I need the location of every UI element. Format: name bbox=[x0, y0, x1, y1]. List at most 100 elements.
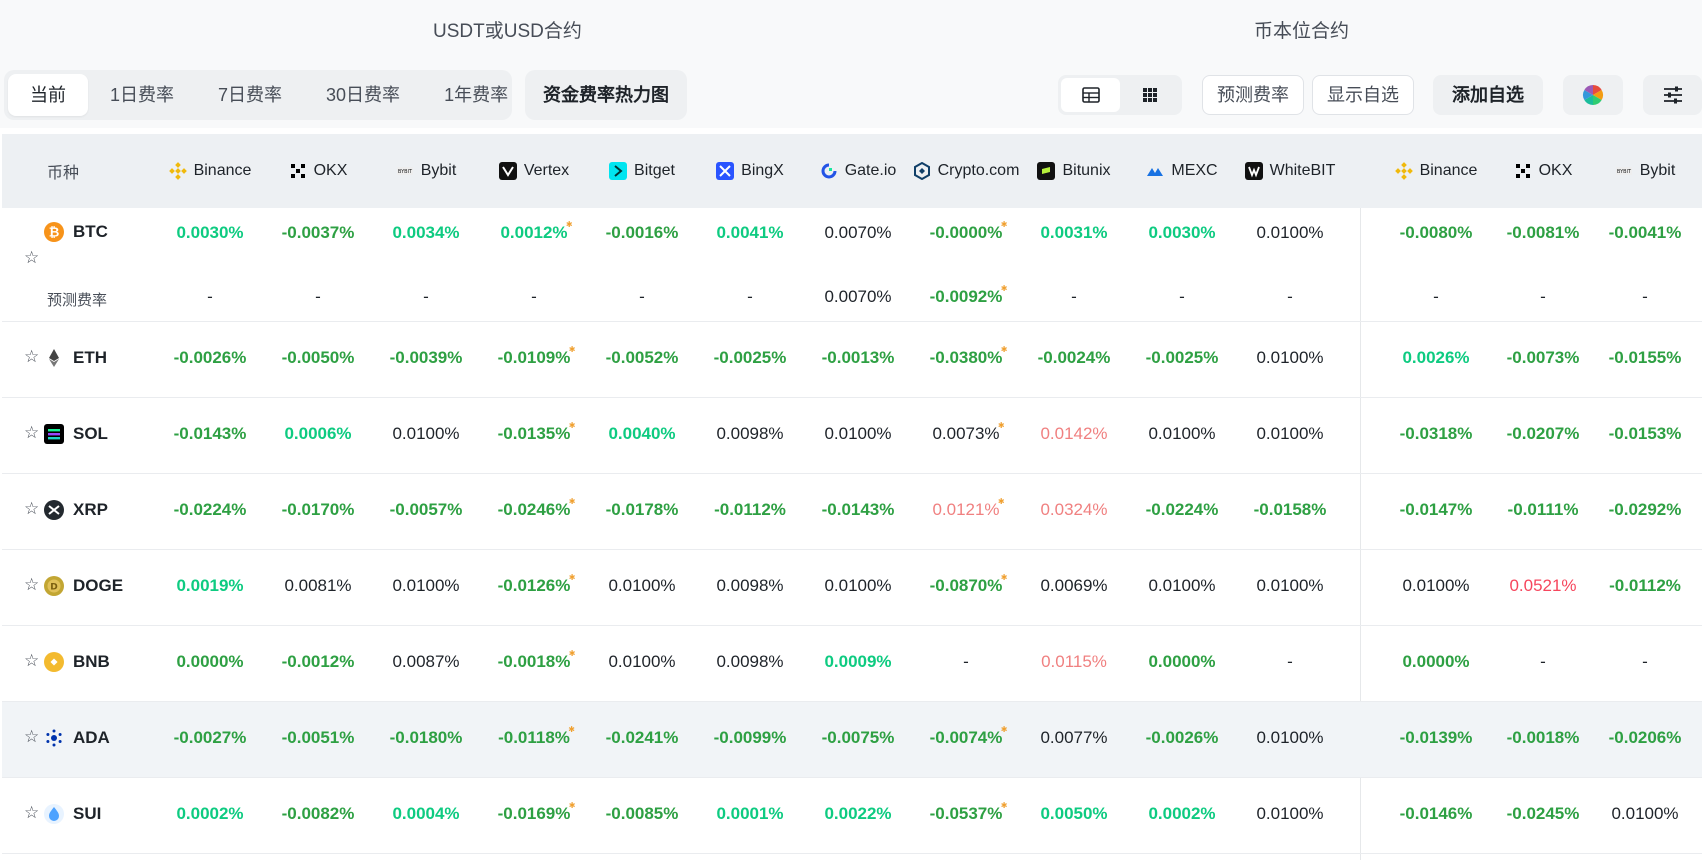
rate-cell[interactable]: 0.0100% bbox=[1236, 576, 1344, 596]
rate-cell[interactable]: 0.0069% bbox=[1020, 576, 1128, 596]
rate-cell[interactable]: 0.0009% bbox=[804, 652, 912, 672]
rate-cell[interactable]: -0.0052% bbox=[588, 348, 696, 368]
rate-cell[interactable]: -0.0180% bbox=[372, 728, 480, 748]
rate-cell[interactable]: -0.0082% bbox=[264, 804, 372, 824]
rate-cell[interactable]: -0.0158% bbox=[1236, 500, 1344, 520]
rate-cell[interactable]: -0.0073% bbox=[1489, 348, 1597, 368]
rate-cell[interactable]: 0.0100% bbox=[1236, 728, 1344, 748]
rate-cell[interactable]: -0.0018% bbox=[1489, 728, 1597, 748]
exchange-header-okx-coin[interactable]: OKX bbox=[1489, 134, 1597, 208]
rate-cell[interactable]: -0.0178% bbox=[588, 500, 696, 520]
rate-cell[interactable]: -0.0085% bbox=[588, 804, 696, 824]
rate-cell[interactable]: -0.0146% bbox=[1382, 804, 1490, 824]
rate-cell[interactable]: 0.0004% bbox=[372, 804, 480, 824]
predicted-rate-button[interactable]: 预测费率 bbox=[1202, 75, 1304, 115]
rate-cell[interactable]: -0.0139% bbox=[1382, 728, 1490, 748]
rate-cell[interactable]: - bbox=[480, 287, 588, 307]
rate-cell[interactable]: 0.0026% bbox=[1382, 348, 1490, 368]
rate-cell[interactable]: - bbox=[588, 287, 696, 307]
heatmap-button[interactable]: 资金费率热力图 bbox=[525, 70, 687, 120]
rate-cell[interactable]: 0.0081% bbox=[264, 576, 372, 596]
rate-cell[interactable]: -0.0039% bbox=[372, 348, 480, 368]
rate-cell[interactable]: -0.0025% bbox=[696, 348, 804, 368]
rate-cell[interactable]: -0.0000% ✱ bbox=[912, 220, 1020, 243]
rate-cell[interactable]: 0.0100% bbox=[1128, 424, 1236, 444]
show-favorites-button[interactable]: 显示自选 bbox=[1312, 75, 1414, 115]
favorite-star-icon[interactable]: ☆ bbox=[24, 499, 39, 519]
rate-cell[interactable]: 0.0031% bbox=[1020, 223, 1128, 243]
rate-cell[interactable]: 0.0077% bbox=[1020, 728, 1128, 748]
table-row-xrp[interactable]: ☆ XRP -0.0224% -0.0170% -0.0057% -0.0246% ✱ -0.… bbox=[2, 474, 1702, 550]
rate-cell[interactable]: 0.0521% bbox=[1489, 576, 1597, 596]
table-view-button[interactable] bbox=[1061, 78, 1120, 112]
exchange-header-bitget[interactable]: Bitget bbox=[588, 134, 696, 208]
rate-cell[interactable]: -0.0153% bbox=[1591, 424, 1699, 444]
coin-cell[interactable]: ETH bbox=[44, 346, 107, 370]
rate-cell[interactable]: -0.0170% bbox=[264, 500, 372, 520]
exchange-header-mexc[interactable]: MEXC bbox=[1128, 134, 1236, 208]
rate-cell[interactable]: 0.0100% bbox=[1128, 576, 1236, 596]
exchange-header-gateio[interactable]: Gate.io bbox=[804, 134, 912, 208]
rate-cell[interactable]: -0.0026% bbox=[1128, 728, 1236, 748]
rate-cell[interactable]: 0.0070% bbox=[804, 223, 912, 243]
rate-cell[interactable]: -0.0246% ✱ bbox=[480, 497, 588, 520]
rate-cell[interactable]: 0.0030% bbox=[1128, 223, 1236, 243]
coin-cell[interactable]: ₿ BTC bbox=[44, 220, 108, 244]
rate-cell[interactable]: 0.0019% bbox=[156, 576, 264, 596]
favorite-star-icon[interactable]: ☆ bbox=[24, 651, 39, 671]
rate-cell[interactable]: 0.0041% bbox=[696, 223, 804, 243]
table-row-sol[interactable]: ☆ SOL -0.0143% 0.0006% 0.0100% -0.0135% ✱ 0.004… bbox=[2, 398, 1702, 474]
rate-cell[interactable]: -0.0018% ✱ bbox=[480, 649, 588, 672]
rate-cell[interactable]: -0.0051% bbox=[264, 728, 372, 748]
rate-cell[interactable]: 0.0100% bbox=[804, 424, 912, 444]
table-row-btc[interactable]: ☆ ₿ BTC 0.0030% -0.0037% 0.0034% 0.0012% ✱ -0.00… bbox=[2, 208, 1702, 322]
rate-cell[interactable]: -0.0012% bbox=[264, 652, 372, 672]
rate-cell[interactable]: -0.0318% bbox=[1382, 424, 1490, 444]
add-favorite-button[interactable]: 添加自选 bbox=[1433, 75, 1543, 115]
rate-cell[interactable]: -0.0169% ✱ bbox=[480, 801, 588, 824]
rate-cell[interactable]: 0.0100% bbox=[804, 576, 912, 596]
rate-cell[interactable]: -0.0074% ✱ bbox=[912, 725, 1020, 748]
favorite-star-icon[interactable]: ☆ bbox=[24, 803, 39, 823]
exchange-header-binance-coin[interactable]: Binance bbox=[1382, 134, 1490, 208]
rate-cell[interactable]: 0.0100% bbox=[1236, 424, 1344, 444]
rate-cell[interactable]: 0.0087% bbox=[372, 652, 480, 672]
rate-cell[interactable]: -0.0026% bbox=[156, 348, 264, 368]
exchange-header-bybit-coin[interactable]: BYBIT Bybit bbox=[1591, 134, 1699, 208]
rate-cell[interactable]: 0.0098% bbox=[696, 424, 804, 444]
rate-cell[interactable]: 0.0006% bbox=[264, 424, 372, 444]
favorite-star-icon[interactable]: ☆ bbox=[24, 347, 39, 367]
rate-cell[interactable]: -0.0135% ✱ bbox=[480, 421, 588, 444]
tab-1y[interactable]: 1年费率 bbox=[422, 74, 530, 116]
rate-cell[interactable]: -0.0870% ✱ bbox=[912, 573, 1020, 596]
favorite-star-icon[interactable]: ☆ bbox=[24, 727, 39, 747]
rate-cell[interactable]: 0.0100% bbox=[588, 576, 696, 596]
favorite-star-icon[interactable]: ☆ bbox=[24, 248, 39, 268]
tab-1d[interactable]: 1日费率 bbox=[88, 74, 196, 116]
rate-cell[interactable]: -0.0224% bbox=[156, 500, 264, 520]
rate-cell[interactable]: 0.0100% bbox=[1236, 804, 1344, 824]
exchange-header-whitebit[interactable]: WhiteBIT bbox=[1236, 134, 1344, 208]
rate-cell[interactable]: 0.0002% bbox=[156, 804, 264, 824]
rate-cell[interactable]: 0.0115% bbox=[1020, 652, 1128, 672]
coin-cell[interactable]: D DOGE bbox=[44, 574, 123, 598]
rate-cell[interactable]: -0.0027% bbox=[156, 728, 264, 748]
rate-cell[interactable]: -0.0155% bbox=[1591, 348, 1699, 368]
rate-cell[interactable]: -0.0037% bbox=[264, 223, 372, 243]
rate-cell[interactable]: - bbox=[1591, 652, 1699, 672]
rate-cell[interactable]: -0.0126% ✱ bbox=[480, 573, 588, 596]
rate-cell[interactable]: 0.0324% bbox=[1020, 500, 1128, 520]
favorite-star-icon[interactable]: ☆ bbox=[24, 575, 39, 595]
coin-cell[interactable]: SUI bbox=[44, 802, 101, 826]
rate-cell[interactable]: - bbox=[1128, 287, 1236, 307]
exchange-header-binance[interactable]: Binance bbox=[156, 134, 264, 208]
rate-cell[interactable]: -0.0241% bbox=[588, 728, 696, 748]
color-scheme-button[interactable] bbox=[1563, 75, 1623, 115]
rate-cell[interactable]: -0.0207% bbox=[1489, 424, 1597, 444]
rate-cell[interactable]: 0.0142% bbox=[1020, 424, 1128, 444]
exchange-header-bitunix[interactable]: Bitunix bbox=[1020, 134, 1128, 208]
rate-cell[interactable]: 0.0030% bbox=[156, 223, 264, 243]
rate-cell[interactable]: -0.0092% ✱ bbox=[912, 284, 1020, 307]
rate-cell[interactable]: -0.0112% bbox=[1591, 576, 1699, 596]
rate-cell[interactable]: - bbox=[1489, 287, 1597, 307]
